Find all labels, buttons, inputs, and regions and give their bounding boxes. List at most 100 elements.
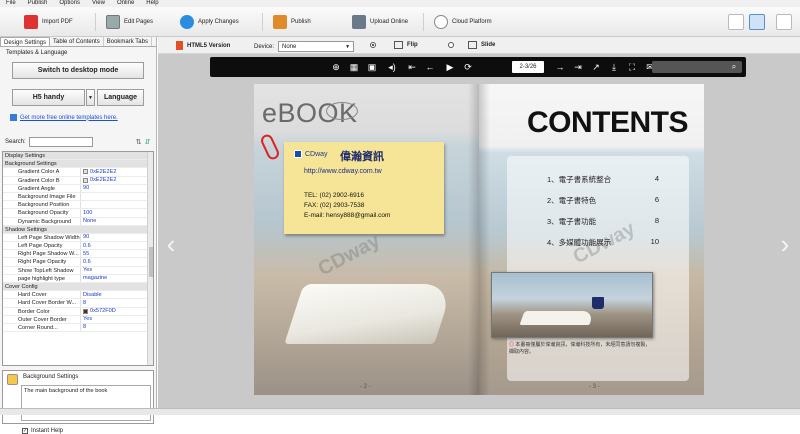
- instant-help-checkbox[interactable]: ✓: [22, 428, 28, 434]
- slide-option[interactable]: Slide: [448, 41, 495, 49]
- property-value-text: 100: [83, 209, 93, 216]
- property-row[interactable]: Background Opacity 100: [3, 209, 153, 218]
- property-value[interactable]: 8: [81, 299, 153, 306]
- property-value[interactable]: Yes: [81, 267, 153, 274]
- property-row[interactable]: Hard Cover Disable: [3, 291, 153, 300]
- property-value[interactable]: 0x572F0D: [81, 308, 153, 315]
- play-icon[interactable]: ▶: [444, 61, 456, 73]
- property-value[interactable]: 0xE2E2E2: [81, 168, 153, 175]
- property-value[interactable]: 0.6: [81, 258, 153, 265]
- property-value[interactable]: 55: [81, 250, 153, 257]
- right-page[interactable]: CONTENTS 1、電子書系統整合 4 2、電子書特色 6 3、電子書功能 8 4、…: [479, 84, 704, 395]
- property-value[interactable]: 0.6: [81, 242, 153, 249]
- property-category[interactable]: Cover Config: [3, 283, 153, 292]
- property-row[interactable]: Left Page Opacity 0.6: [3, 242, 153, 251]
- viewer-toolbar: ⊕ ▦ ▣ ◂) ⇤ ← ▶ ⟳ 2-3/26 → ⇥ ↗ ⤓ ⛶ ✉ T ⌕: [210, 57, 746, 77]
- tab-design-settings[interactable]: Design Settings: [0, 37, 51, 46]
- search-input[interactable]: [28, 137, 93, 147]
- property-value[interactable]: 90: [81, 185, 153, 192]
- menu-options[interactable]: Options: [59, 0, 80, 7]
- next-page-icon[interactable]: →: [554, 61, 566, 73]
- property-category[interactable]: Shadow Settings: [3, 225, 153, 234]
- property-value[interactable]: magazine: [81, 275, 153, 282]
- property-row[interactable]: Gradient Color A 0xE2E2E2: [3, 168, 153, 177]
- switch-desktop-button[interactable]: Switch to desktop mode: [12, 62, 144, 79]
- share-icon[interactable]: ↗: [590, 61, 602, 73]
- layout-icon[interactable]: [776, 14, 792, 30]
- filter-icon[interactable]: ⇵: [145, 138, 151, 146]
- upload-online-button[interactable]: Upload Online: [352, 14, 408, 30]
- search-icon[interactable]: ⌕: [728, 61, 740, 73]
- property-row[interactable]: Background Image File: [3, 192, 153, 202]
- first-page-icon[interactable]: ⇤: [406, 61, 418, 73]
- import-pdf-button[interactable]: Import PDF: [24, 14, 73, 30]
- property-row[interactable]: Show TopLeft Shadow Yes: [3, 266, 153, 275]
- tab-table-of-contents[interactable]: Table of Contents: [50, 37, 104, 46]
- property-value[interactable]: 100: [81, 209, 153, 216]
- flip-option[interactable]: Flip: [370, 41, 418, 49]
- property-row[interactable]: Background Position: [3, 201, 153, 210]
- tab-bookmark-tabs[interactable]: Bookmark Tabs: [104, 37, 152, 46]
- sound-icon[interactable]: ◂): [386, 61, 398, 73]
- toc-item[interactable]: 2、電子書特色 6: [547, 195, 659, 206]
- property-scrollbar[interactable]: [147, 152, 153, 365]
- last-page-icon[interactable]: ⇥: [572, 61, 584, 73]
- template-dropdown-icon[interactable]: ▼: [86, 89, 95, 106]
- template-select[interactable]: H5 handy: [12, 89, 85, 106]
- property-value[interactable]: [81, 201, 153, 208]
- property-value[interactable]: None: [81, 218, 153, 225]
- prev-page-icon[interactable]: ←: [424, 61, 436, 73]
- flipbook[interactable]: eBOOK CDway 偉瀚資訊 http://www.cdway.com.tw…: [254, 84, 704, 395]
- download-icon[interactable]: ⤓: [608, 61, 620, 73]
- menu-help[interactable]: Help: [146, 0, 158, 7]
- mobile-view-icon[interactable]: [749, 14, 765, 30]
- property-row[interactable]: page highlight type magazine: [3, 274, 153, 283]
- left-page[interactable]: eBOOK CDway 偉瀚資訊 http://www.cdway.com.tw…: [254, 84, 479, 395]
- property-row[interactable]: Gradient Angle 90: [3, 184, 153, 193]
- device-select[interactable]: None ▼: [278, 41, 355, 52]
- scroll-thumb[interactable]: [149, 247, 153, 277]
- property-row[interactable]: Dynamic Background None: [3, 217, 153, 226]
- thumbnails-icon[interactable]: ▦: [348, 61, 360, 73]
- property-row[interactable]: Border Color 0x572F0D: [3, 307, 153, 316]
- property-row[interactable]: Right Page Shadow W... 55: [3, 250, 153, 259]
- flip-radio[interactable]: [370, 42, 376, 48]
- property-row[interactable]: Corner Round... 8: [3, 323, 153, 333]
- property-value[interactable]: 8: [81, 324, 153, 331]
- autoflip-icon[interactable]: ⟳: [462, 61, 474, 73]
- property-value[interactable]: 0xE2E2E2: [81, 177, 153, 184]
- menu-online[interactable]: Online: [117, 0, 134, 7]
- property-row[interactable]: Outer Cover Border Yes: [3, 315, 153, 324]
- toc-item[interactable]: 3、電子書功能 8: [547, 216, 659, 227]
- page-indicator[interactable]: 2-3/26: [512, 61, 544, 73]
- cloud-platform-button[interactable]: Cloud Platform: [434, 14, 492, 30]
- slide-radio[interactable]: [448, 42, 454, 48]
- toc-item[interactable]: 1、電子書系統整合 4: [547, 174, 659, 185]
- instant-help-toggle[interactable]: ✓ Instant Help: [22, 428, 63, 434]
- sort-icon[interactable]: ⇅: [136, 138, 142, 146]
- edit-pages-button[interactable]: Edit Pages: [106, 14, 153, 30]
- language-button[interactable]: Language: [97, 89, 144, 106]
- zoom-in-icon[interactable]: ⊕: [330, 61, 342, 73]
- prev-arrow-icon[interactable]: ‹: [164, 229, 178, 259]
- apply-changes-button[interactable]: Apply Changes: [180, 14, 239, 30]
- property-value[interactable]: 90: [81, 234, 153, 241]
- property-category[interactable]: Display Settings: [3, 152, 153, 161]
- property-row[interactable]: Gradient Color B 0xE2E2E2: [3, 176, 153, 185]
- fit-page-icon[interactable]: ▣: [366, 61, 378, 73]
- publish-button[interactable]: Publish: [273, 14, 311, 30]
- desktop-view-icon[interactable]: [728, 14, 744, 30]
- property-value[interactable]: Yes: [81, 316, 153, 323]
- fullscreen-icon[interactable]: ⛶: [626, 61, 638, 73]
- more-templates-link[interactable]: Get more free online templates here.: [10, 114, 118, 121]
- menu-file[interactable]: File: [6, 0, 16, 7]
- property-row[interactable]: Hard Cover Border W... 8: [3, 299, 153, 308]
- menu-publish[interactable]: Publish: [28, 0, 48, 7]
- property-row[interactable]: Left Page Shadow Width 90: [3, 233, 153, 243]
- property-value[interactable]: [81, 193, 153, 200]
- next-arrow-icon[interactable]: ›: [778, 229, 792, 259]
- property-row[interactable]: Right Page Opacity 0.6: [3, 258, 153, 267]
- property-category[interactable]: Background Settings: [3, 160, 153, 169]
- property-value[interactable]: Disable: [81, 291, 153, 298]
- menu-view[interactable]: View: [92, 0, 105, 7]
